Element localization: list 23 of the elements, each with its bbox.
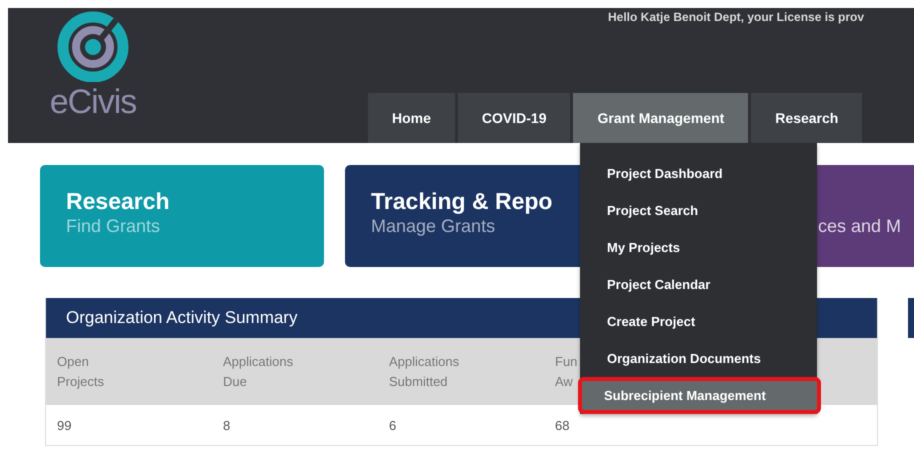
column-header: Fun Aw (554, 352, 578, 390)
table-cell-text: 8 (222, 418, 232, 432)
column-header: Applications Due (222, 352, 294, 390)
table-cell-text: 99 (56, 418, 72, 432)
panel-edge (908, 298, 914, 338)
logo-text: eCivis (50, 84, 136, 120)
table-cell-text: 68 (554, 418, 570, 432)
nav-tab[interactable]: Home (368, 93, 455, 143)
menu-item[interactable]: Create Project (580, 303, 817, 340)
card-title: Research (66, 187, 170, 215)
card-subtitle: ces and M (818, 215, 902, 237)
card-subtitle: Find Grants (66, 215, 160, 237)
greeting-text: Hello Katje Benoit Dept, your License is prov (608, 10, 864, 24)
column-header: Applications Submitted (388, 352, 460, 390)
card-title: Tracking & Repo (371, 187, 552, 215)
menu-item[interactable]: Organization Documents (580, 340, 817, 377)
nav-tab[interactable]: COVID-19 (458, 93, 570, 143)
table-cell-text: 6 (388, 418, 398, 432)
nav-tab[interactable]: Grant Management (573, 93, 748, 143)
card-subtitle: Manage Grants (371, 215, 496, 237)
nav-tab[interactable]: Research (751, 93, 862, 143)
column-header: Open Projects (56, 352, 104, 391)
menu-item[interactable]: Subrecipient Management (578, 377, 821, 414)
